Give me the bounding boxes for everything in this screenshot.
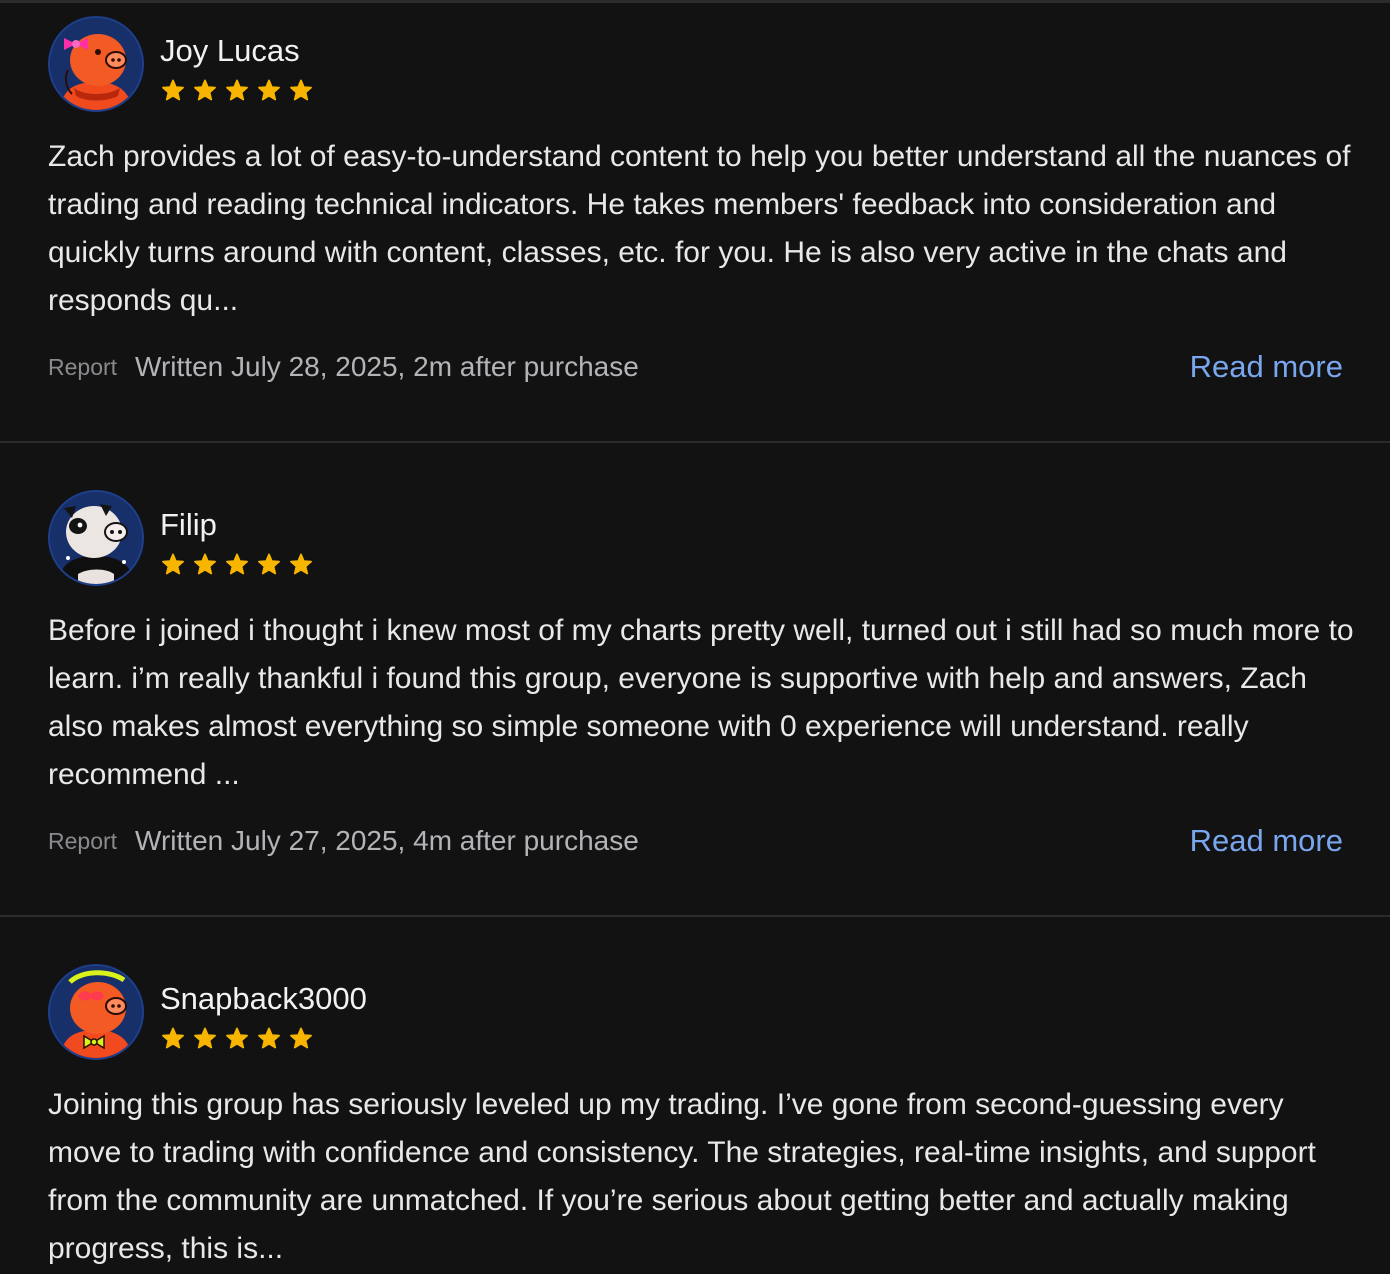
star-icon bbox=[224, 552, 250, 578]
review-card: Filip Before i joined i thought i knew m… bbox=[0, 443, 1390, 917]
star-icon bbox=[288, 1026, 314, 1052]
star-icon bbox=[160, 552, 186, 578]
panda-pig-avatar bbox=[48, 490, 144, 586]
star-icon bbox=[256, 1026, 282, 1052]
reviewer-meta: Joy Lucas bbox=[160, 16, 314, 104]
review-card: Joy Lucas Zach provides a lot of easy-to… bbox=[0, 3, 1390, 443]
star-icon bbox=[192, 1026, 218, 1052]
review-footer: Report Written July 27, 2025, 4m after p… bbox=[48, 823, 1343, 859]
star-rating bbox=[160, 78, 314, 104]
star-icon bbox=[288, 552, 314, 578]
star-icon bbox=[192, 78, 218, 104]
pig-with-bowtie-avatar bbox=[48, 964, 144, 1060]
review-header: Snapback3000 bbox=[48, 964, 367, 1060]
written-date: Written July 28, 2025, 2m after purchase bbox=[135, 351, 639, 382]
reviews-list: Joy Lucas Zach provides a lot of easy-to… bbox=[0, 0, 1390, 1274]
star-icon bbox=[224, 78, 250, 104]
report-link[interactable]: Report bbox=[48, 828, 117, 855]
review-text: Zach provides a lot of easy-to-understan… bbox=[48, 140, 1351, 317]
star-rating bbox=[160, 1026, 367, 1052]
star-icon bbox=[160, 78, 186, 104]
star-icon bbox=[192, 552, 218, 578]
star-icon bbox=[256, 78, 282, 104]
review-footer: Report Written July 28, 2025, 2m after p… bbox=[48, 349, 1343, 385]
written-date: Written July 27, 2025, 4m after purchase bbox=[135, 825, 639, 856]
star-icon bbox=[288, 78, 314, 104]
star-icon bbox=[224, 1026, 250, 1052]
read-more-link[interactable]: Read more bbox=[1190, 349, 1343, 385]
review-text: Joining this group has seriously leveled… bbox=[48, 1088, 1316, 1265]
pig-with-pink-bow-avatar bbox=[48, 16, 144, 112]
reviewer-meta: Filip bbox=[160, 490, 314, 578]
report-link[interactable]: Report bbox=[48, 354, 117, 381]
star-icon bbox=[160, 1026, 186, 1052]
reviewer-name: Joy Lucas bbox=[160, 33, 300, 68]
reviewer-name: Snapback3000 bbox=[160, 981, 367, 1016]
review-header: Filip bbox=[48, 490, 314, 586]
reviewer-name: Filip bbox=[160, 507, 217, 542]
review-card: Snapback3000 Joining this group has seri… bbox=[0, 917, 1390, 1274]
review-header: Joy Lucas bbox=[48, 16, 314, 112]
read-more-link[interactable]: Read more bbox=[1190, 823, 1343, 859]
star-icon bbox=[256, 552, 282, 578]
reviewer-meta: Snapback3000 bbox=[160, 964, 367, 1052]
star-rating bbox=[160, 552, 314, 578]
review-text: Before i joined i thought i knew most of… bbox=[48, 614, 1354, 791]
